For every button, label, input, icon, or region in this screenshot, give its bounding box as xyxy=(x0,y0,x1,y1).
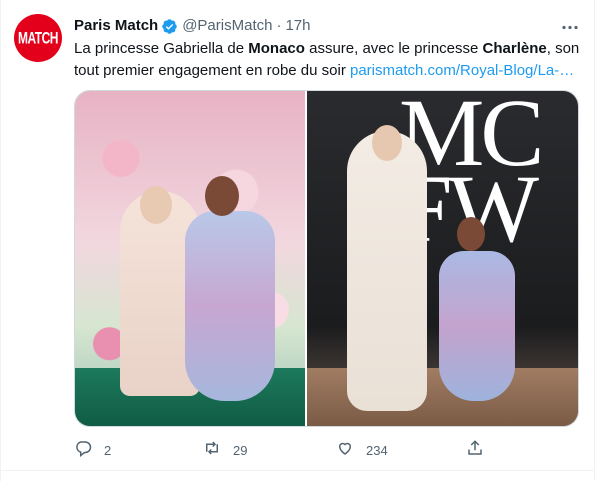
tweet-text-bold2: Charlène xyxy=(482,40,547,57)
more-icon[interactable] xyxy=(560,18,580,36)
like-button[interactable]: 234 xyxy=(336,440,388,460)
tweet-text-part2: assure, avec le princesse xyxy=(304,40,483,57)
tweet-text: La princesse Gabriella de Monaco assure,… xyxy=(74,38,584,82)
handle[interactable]: @ParisMatch xyxy=(182,16,272,36)
photo-right-woman-head xyxy=(372,125,402,161)
retweet-count: 29 xyxy=(233,442,248,458)
share-icon xyxy=(466,439,484,462)
verified-badge-icon xyxy=(161,18,178,35)
frame-left-border xyxy=(0,0,1,481)
frame-right-border xyxy=(594,0,595,481)
retweet-icon xyxy=(203,439,221,462)
media-grid: MC FW xyxy=(74,90,579,427)
retweet-button[interactable]: 29 xyxy=(203,440,247,460)
tweet-link[interactable]: parismatch.com/Royal-Blog/La-… xyxy=(350,62,574,79)
photo-left-woman-head xyxy=(140,186,172,224)
tweet-actions: 2 29 234 xyxy=(74,439,584,462)
frame-bottom-border xyxy=(0,470,595,471)
reply-icon xyxy=(74,439,92,462)
photo-left[interactable] xyxy=(75,91,305,426)
tweet-text-bold1: Monaco xyxy=(248,40,305,57)
photo-right-girl-head xyxy=(457,217,485,251)
avatar[interactable]: MATCH xyxy=(14,14,62,62)
tweet-header: Paris Match @ParisMatch · 17h xyxy=(74,16,310,36)
reply-count: 2 xyxy=(104,442,112,458)
avatar-brand-text: MATCH xyxy=(18,28,58,48)
photo-right-woman xyxy=(347,131,427,411)
tweet-text-part1: La princesse Gabriella de xyxy=(74,40,249,57)
separator: · xyxy=(276,17,282,34)
like-icon xyxy=(336,439,354,462)
photo-right-girl xyxy=(439,251,515,401)
reply-button[interactable]: 2 xyxy=(74,440,111,460)
photo-left-girl xyxy=(185,211,275,401)
display-name[interactable]: Paris Match xyxy=(74,16,158,36)
like-count: 234 xyxy=(366,442,388,458)
photo-left-girl-head xyxy=(205,176,239,216)
share-button[interactable] xyxy=(466,439,484,462)
photo-right[interactable]: MC FW xyxy=(307,91,578,426)
timestamp[interactable]: 17h xyxy=(285,16,310,36)
